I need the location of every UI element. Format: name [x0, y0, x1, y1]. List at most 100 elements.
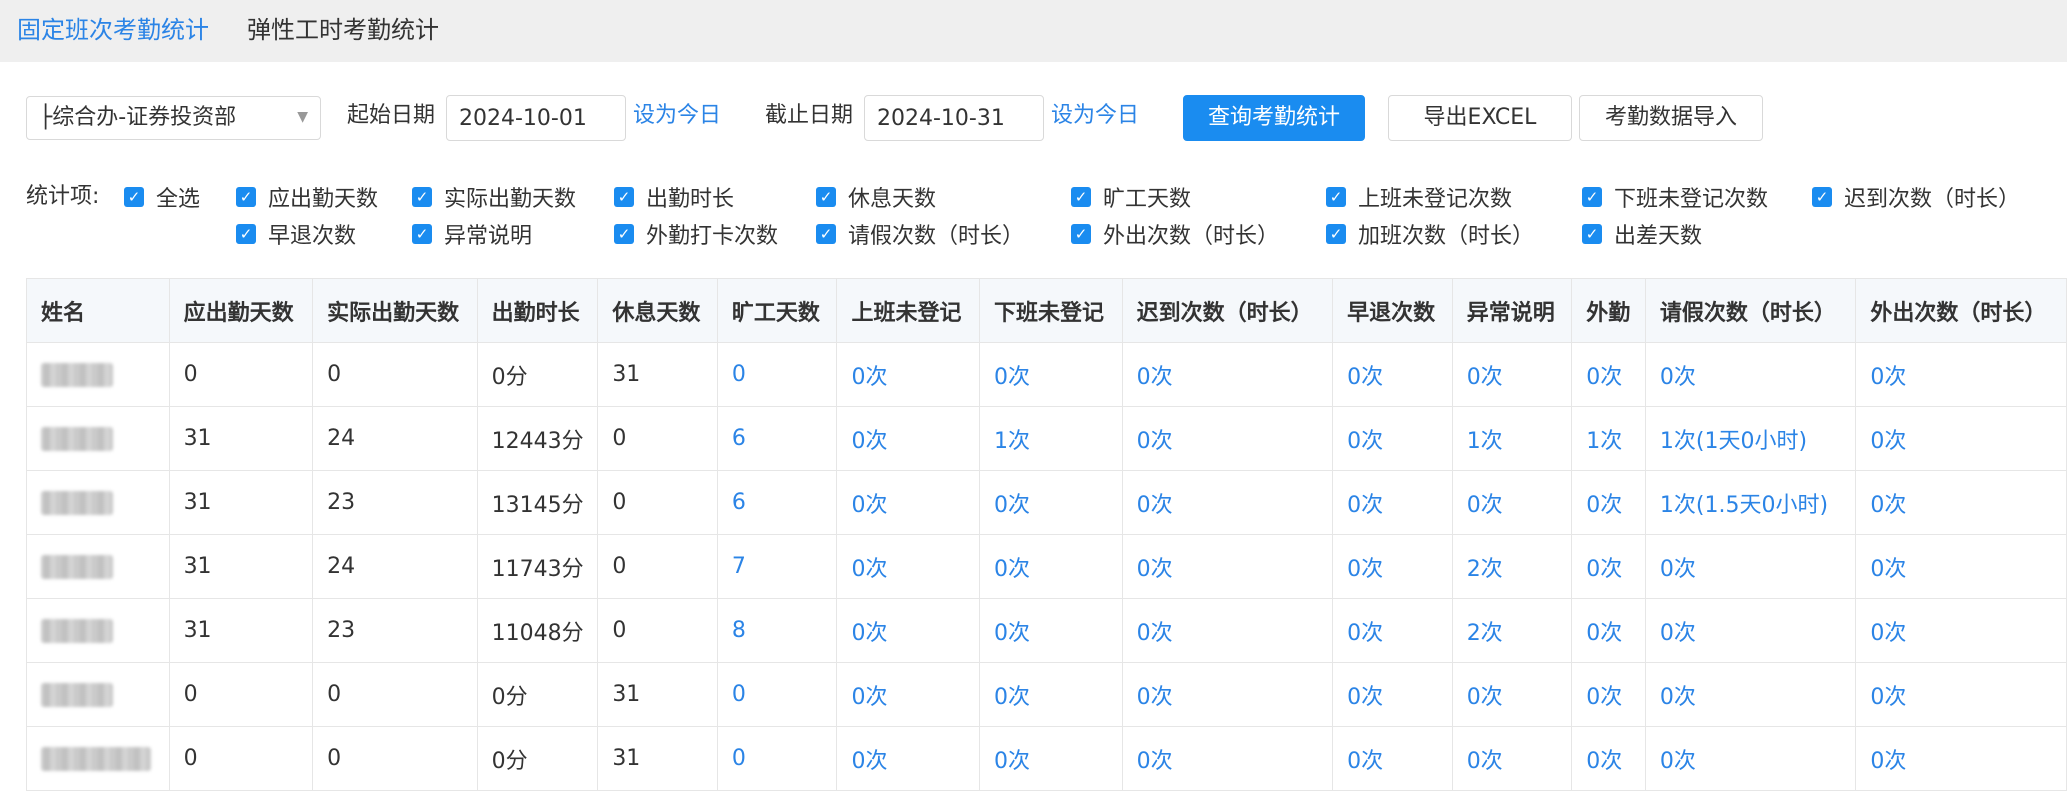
table-cell-link[interactable]: 0次: [979, 662, 1123, 727]
col-header: 姓名: [26, 278, 170, 343]
table-cell-link[interactable]: 0: [716, 726, 838, 791]
check-icon: ✓: [1582, 224, 1602, 244]
table-cell-link[interactable]: 0: [716, 662, 838, 727]
set-start-today-link[interactable]: 设为今日: [633, 101, 721, 131]
table-cell-link[interactable]: 0次: [979, 342, 1123, 407]
table-cell-link[interactable]: 0次: [1332, 726, 1453, 791]
checkbox-late[interactable]: ✓ 迟到次数（时长）: [1812, 182, 2020, 212]
table-cell-link[interactable]: 0次: [1855, 726, 2067, 791]
table-cell-link[interactable]: 0次: [1571, 342, 1646, 407]
tab-fixed-shift[interactable]: 固定班次考勤统计: [17, 14, 209, 46]
table-cell-link[interactable]: 6: [716, 470, 838, 535]
table-cell-link[interactable]: 0次: [1644, 662, 1857, 727]
table-cell-link[interactable]: 0次: [979, 534, 1123, 599]
checkbox-no-clock-in[interactable]: ✓ 上班未登记次数: [1326, 182, 1512, 212]
table-cell-link[interactable]: 0次: [1451, 470, 1573, 535]
checkbox-leave[interactable]: ✓ 请假次数（时长）: [816, 219, 1024, 249]
checkbox-field-checkin[interactable]: ✓ 外勤打卡次数: [614, 219, 778, 249]
table-cell-link[interactable]: 0次: [1644, 534, 1857, 599]
tab-flexible-hours[interactable]: 弹性工时考勤统计: [247, 14, 439, 46]
table-cell-link[interactable]: 0次: [1121, 598, 1334, 663]
table-cell-link[interactable]: 1次: [979, 406, 1123, 471]
table-cell-link[interactable]: 0次: [1332, 534, 1453, 599]
table-cell-link[interactable]: 0次: [1855, 342, 2067, 407]
set-end-today-link[interactable]: 设为今日: [1051, 101, 1139, 131]
table-cell-link[interactable]: 0次: [1121, 470, 1334, 535]
table-cell-link[interactable]: 0次: [836, 662, 981, 727]
check-icon: ✓: [412, 224, 432, 244]
table-cell-link[interactable]: 0次: [1332, 662, 1453, 727]
table-cell-link[interactable]: 0次: [1855, 662, 2067, 727]
table-cell-link[interactable]: 0次: [836, 470, 981, 535]
table-cell-link[interactable]: 0次: [836, 406, 981, 471]
table-cell-link[interactable]: 0次: [1571, 598, 1646, 663]
table-cell-link[interactable]: 0次: [1332, 342, 1453, 407]
query-attendance-button[interactable]: 查询考勤统计: [1183, 95, 1365, 141]
table-cell-link[interactable]: 1次: [1571, 406, 1646, 471]
table-cell-link[interactable]: 0次: [1855, 534, 2067, 599]
table-cell-link[interactable]: 0次: [836, 342, 981, 407]
table-cell-link[interactable]: 0次: [1571, 726, 1646, 791]
col-header: 请假次数（时长）: [1644, 278, 1857, 343]
chevron-down-icon: ▼: [297, 109, 308, 125]
table-cell-link[interactable]: 0次: [1855, 406, 2067, 471]
import-data-button[interactable]: 考勤数据导入: [1579, 95, 1763, 141]
table-cell-link[interactable]: 0: [716, 342, 838, 407]
checkbox-rest-days[interactable]: ✓ 休息天数: [816, 182, 936, 212]
table-cell-link[interactable]: 0次: [1121, 406, 1334, 471]
table-cell-link[interactable]: 0次: [1332, 406, 1453, 471]
table-cell-link[interactable]: 0次: [1451, 662, 1573, 727]
export-excel-button[interactable]: 导出EXCEL: [1388, 95, 1572, 141]
checkbox-select-all[interactable]: ✓ 全选: [124, 182, 200, 212]
table-cell-link[interactable]: 0次: [1121, 662, 1334, 727]
table-cell: 11743分: [476, 534, 599, 599]
start-date-input[interactable]: [446, 95, 626, 141]
table-cell-link[interactable]: 0次: [1121, 726, 1334, 791]
table-cell-link[interactable]: 0次: [1644, 598, 1857, 663]
table-cell-link[interactable]: 0次: [1332, 470, 1453, 535]
table-cell-link[interactable]: 0次: [1451, 342, 1573, 407]
table-cell: 13145分: [476, 470, 599, 535]
table-cell-link[interactable]: 0次: [1332, 598, 1453, 663]
table-cell-link[interactable]: 0次: [836, 598, 981, 663]
table-cell-link[interactable]: 7: [716, 534, 838, 599]
table-cell-link[interactable]: 2次: [1451, 534, 1573, 599]
table-cell-link[interactable]: 0次: [1644, 342, 1857, 407]
checkbox-no-clock-out[interactable]: ✓ 下班未登记次数: [1582, 182, 1768, 212]
table-cell: 0: [597, 598, 718, 663]
checkbox-business-trip[interactable]: ✓ 出差天数: [1582, 219, 1702, 249]
checkbox-outing[interactable]: ✓ 外出次数（时长）: [1071, 219, 1279, 249]
table-cell-link[interactable]: 0次: [1571, 534, 1646, 599]
table-cell-link[interactable]: 1次(1.5天0小时): [1644, 470, 1857, 535]
table-cell-link[interactable]: 2次: [1451, 598, 1573, 663]
col-header: 下班未登记: [979, 278, 1123, 343]
table-cell-link[interactable]: 1次: [1451, 406, 1573, 471]
table-cell-link[interactable]: 0次: [1571, 662, 1646, 727]
table-cell-link[interactable]: 0次: [1571, 470, 1646, 535]
table-cell-link[interactable]: 0次: [979, 470, 1123, 535]
table-cell-link[interactable]: 1次(1天0小时): [1644, 406, 1857, 471]
table-cell-link[interactable]: 0次: [836, 534, 981, 599]
department-select[interactable]: ├综合办-证券投资部 ▼: [26, 96, 321, 140]
checkbox-actual-days[interactable]: ✓ 实际出勤天数: [412, 182, 576, 212]
table-cell-link[interactable]: 0次: [836, 726, 981, 791]
checkbox-attendance-duration[interactable]: ✓ 出勤时长: [614, 182, 734, 212]
checkbox-exception-notes[interactable]: ✓ 异常说明: [412, 219, 532, 249]
table-cell-link[interactable]: 0次: [979, 598, 1123, 663]
table-cell-link[interactable]: 6: [716, 406, 838, 471]
checkbox-expected-days[interactable]: ✓ 应出勤天数: [236, 182, 378, 212]
table-cell-link[interactable]: 0次: [1121, 342, 1334, 407]
table-cell-link[interactable]: 0次: [1855, 470, 2067, 535]
end-date-input[interactable]: [864, 95, 1044, 141]
table-cell-link[interactable]: 0次: [1644, 726, 1857, 791]
start-date-label: 起始日期: [347, 103, 436, 128]
checkbox-early-leave[interactable]: ✓ 早退次数: [236, 219, 356, 249]
checkbox-overtime[interactable]: ✓ 加班次数（时长）: [1326, 219, 1534, 249]
table-cell-link[interactable]: 8: [716, 598, 838, 663]
table-cell-link[interactable]: 0次: [979, 726, 1123, 791]
table-row: 31 23 11048分 0 8 0次 0次 0次 0次 2次 0次 0次 0次: [26, 598, 2067, 663]
table-cell-link[interactable]: 0次: [1855, 598, 2067, 663]
table-cell-link[interactable]: 0次: [1451, 726, 1573, 791]
table-cell-link[interactable]: 0次: [1121, 534, 1334, 599]
checkbox-absent-days[interactable]: ✓ 旷工天数: [1071, 182, 1191, 212]
